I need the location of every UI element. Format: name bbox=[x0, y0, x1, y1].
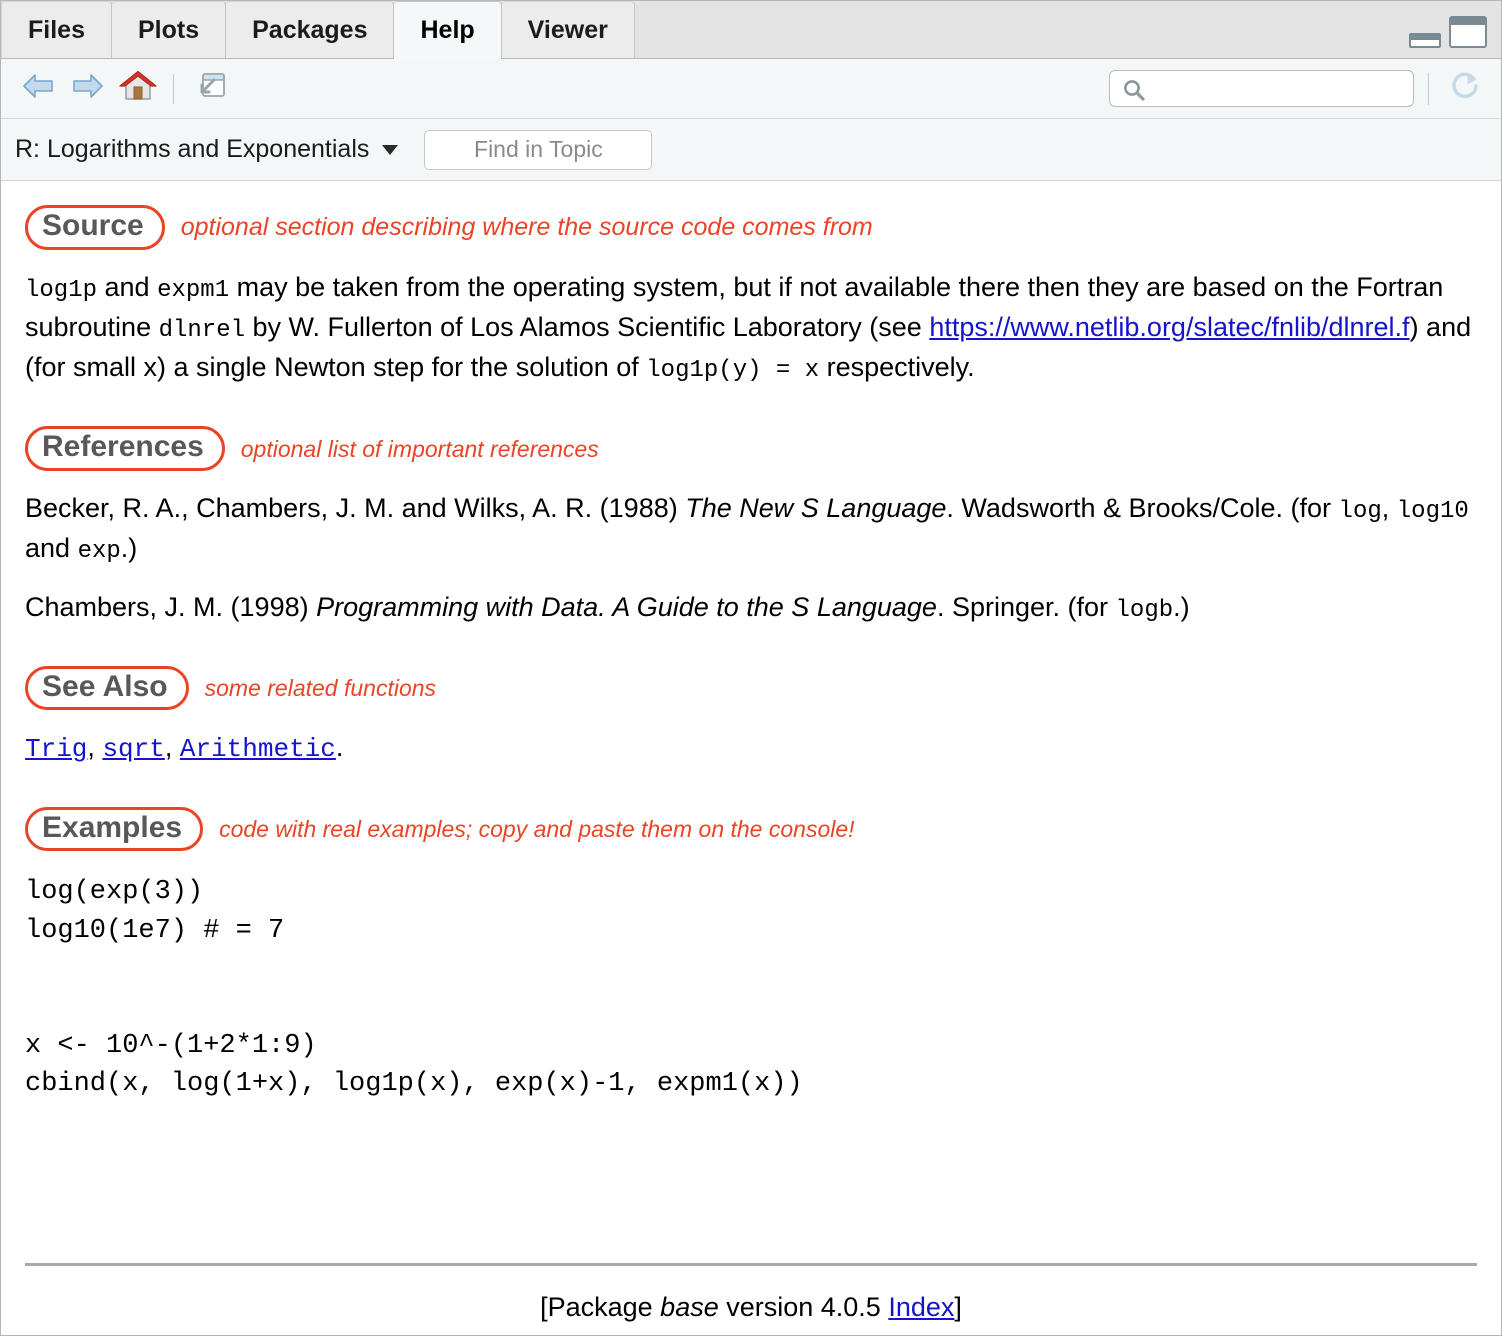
code-log10: log10 bbox=[1396, 497, 1469, 525]
forward-arrow-icon bbox=[72, 72, 104, 105]
home-icon bbox=[119, 70, 157, 107]
topic-dropdown[interactable]: R: Logarithms and Exponentials bbox=[15, 135, 402, 164]
help-footer: [Package base version 4.0.5 Index] bbox=[1, 1263, 1501, 1335]
text: version 4.0.5 bbox=[718, 1292, 889, 1322]
code-expm1: expm1 bbox=[157, 276, 230, 304]
show-in-new-window-button[interactable] bbox=[186, 67, 232, 111]
pane-tab-bar: Files Plots Packages Help Viewer bbox=[1, 1, 1501, 59]
link-sqrt[interactable]: sqrt bbox=[102, 734, 164, 764]
annotation-see-also: some related functions bbox=[204, 675, 437, 702]
footer-package-info: [Package base version 4.0.5 Index] bbox=[25, 1292, 1477, 1323]
text: and bbox=[25, 533, 78, 564]
reference-item-1: Becker, R. A., Chambers, J. M. and Wilks… bbox=[25, 489, 1475, 570]
section-heading-examples: Examples bbox=[25, 806, 204, 852]
examples-code-block[interactable]: log(exp(3)) log10(1e7) # = 7 x <- 10^-(1… bbox=[25, 873, 1475, 1103]
tab-label: Help bbox=[420, 15, 475, 44]
text: . Wadsworth & Brooks/Cole. (for bbox=[946, 492, 1339, 523]
toolbar-divider-right bbox=[1428, 72, 1429, 105]
topic-bar: R: Logarithms and Exponentials bbox=[1, 119, 1501, 181]
chevron-down-icon bbox=[382, 144, 399, 155]
text: ] bbox=[954, 1292, 962, 1322]
refresh-icon bbox=[1449, 70, 1481, 107]
tab-label: Plots bbox=[137, 15, 200, 44]
section-heading-source: Source bbox=[25, 205, 165, 250]
text: Becker, R. A., Chambers, J. M. and Wilks… bbox=[25, 492, 686, 523]
section-heading-see-also: See Also bbox=[25, 665, 189, 711]
tab-label: Viewer bbox=[527, 15, 608, 44]
code-exp: exp bbox=[77, 538, 121, 566]
tab-files[interactable]: Files bbox=[1, 1, 112, 58]
book-title: The New S Language bbox=[685, 492, 947, 523]
source-paragraph: log1p and expm1 may be taken from the op… bbox=[25, 268, 1475, 389]
section-header: See Also some related functions bbox=[25, 665, 1475, 711]
text: , bbox=[1381, 492, 1397, 523]
index-link[interactable]: Index bbox=[888, 1292, 954, 1322]
search-input[interactable] bbox=[1109, 70, 1414, 107]
section-references: References optional list of important re… bbox=[25, 426, 1475, 627]
help-toolbar bbox=[1, 59, 1501, 119]
toolbar-divider bbox=[173, 73, 174, 104]
pane-controls bbox=[1409, 16, 1487, 48]
show-in-new-window-icon bbox=[192, 71, 226, 106]
text: by W. Fullerton of Los Alamos Scientific… bbox=[245, 311, 930, 342]
annotation-source: optional section describing where the so… bbox=[180, 212, 873, 241]
see-also-links: Trig, sqrt, Arithmetic. bbox=[25, 728, 1475, 768]
back-arrow-icon bbox=[22, 72, 54, 105]
tab-label: Files bbox=[28, 15, 85, 44]
section-header: References optional list of important re… bbox=[25, 426, 1475, 471]
search-field-wrapper bbox=[1109, 70, 1414, 107]
annotation-references: optional list of important references bbox=[240, 435, 599, 462]
code-dlnrel: dlnrel bbox=[158, 316, 246, 344]
tab-label: Packages bbox=[252, 15, 368, 44]
maximize-pane-icon[interactable] bbox=[1449, 16, 1487, 48]
footer-divider bbox=[25, 1263, 1477, 1266]
refresh-button[interactable] bbox=[1443, 68, 1487, 110]
section-header: Source optional section describing where… bbox=[25, 205, 1475, 250]
reference-item-2: Chambers, J. M. (1998) Programming with … bbox=[25, 588, 1475, 628]
text: Chambers, J. M. (1998) bbox=[25, 591, 317, 622]
annotation-examples: code with real examples; copy and paste … bbox=[219, 815, 855, 842]
minimize-pane-icon[interactable] bbox=[1409, 33, 1441, 48]
find-in-topic-input[interactable] bbox=[424, 129, 653, 170]
forward-button[interactable] bbox=[65, 67, 111, 111]
text: . bbox=[335, 732, 344, 763]
package-name: base bbox=[660, 1292, 719, 1322]
text: , bbox=[87, 732, 103, 763]
link-trig[interactable]: Trig bbox=[25, 734, 87, 764]
text: . Springer. (for bbox=[936, 591, 1116, 622]
topic-title: R: Logarithms and Exponentials bbox=[15, 135, 370, 163]
section-header: Examples code with real examples; copy a… bbox=[25, 806, 1475, 852]
netlib-link[interactable]: https://www.netlib.org/slatec/fnlib/dlnr… bbox=[929, 312, 1409, 342]
link-arithmetic[interactable]: Arithmetic bbox=[180, 734, 336, 764]
help-pane: Files Plots Packages Help Viewer R: Loga… bbox=[0, 0, 1502, 1336]
tab-plots[interactable]: Plots bbox=[111, 1, 227, 58]
section-heading-references: References bbox=[25, 426, 225, 471]
home-button[interactable] bbox=[115, 67, 161, 111]
help-content: Source optional section describing where… bbox=[1, 181, 1501, 1263]
back-button[interactable] bbox=[15, 67, 61, 111]
book-title: Programming with Data. A Guide to the S … bbox=[316, 591, 937, 622]
text: [Package bbox=[540, 1292, 661, 1322]
tab-viewer[interactable]: Viewer bbox=[501, 1, 635, 58]
code-log: log bbox=[1338, 497, 1382, 525]
code-logb: logb bbox=[1115, 596, 1174, 624]
tab-help[interactable]: Help bbox=[394, 1, 502, 59]
text: , bbox=[164, 732, 180, 763]
text: respectively. bbox=[819, 352, 975, 383]
text: and bbox=[97, 271, 158, 302]
section-source: Source optional section describing where… bbox=[25, 205, 1475, 388]
code-log1p-y-eq-x: log1p(y) = x bbox=[646, 357, 820, 385]
section-examples: Examples code with real examples; copy a… bbox=[25, 806, 1475, 1104]
text: .) bbox=[1173, 591, 1190, 622]
text: .) bbox=[120, 533, 138, 564]
tab-bar-filler bbox=[634, 1, 1501, 58]
tab-packages[interactable]: Packages bbox=[226, 1, 395, 58]
section-see-also: See Also some related functions Trig, sq… bbox=[25, 665, 1475, 769]
code-log1p: log1p bbox=[25, 276, 98, 304]
